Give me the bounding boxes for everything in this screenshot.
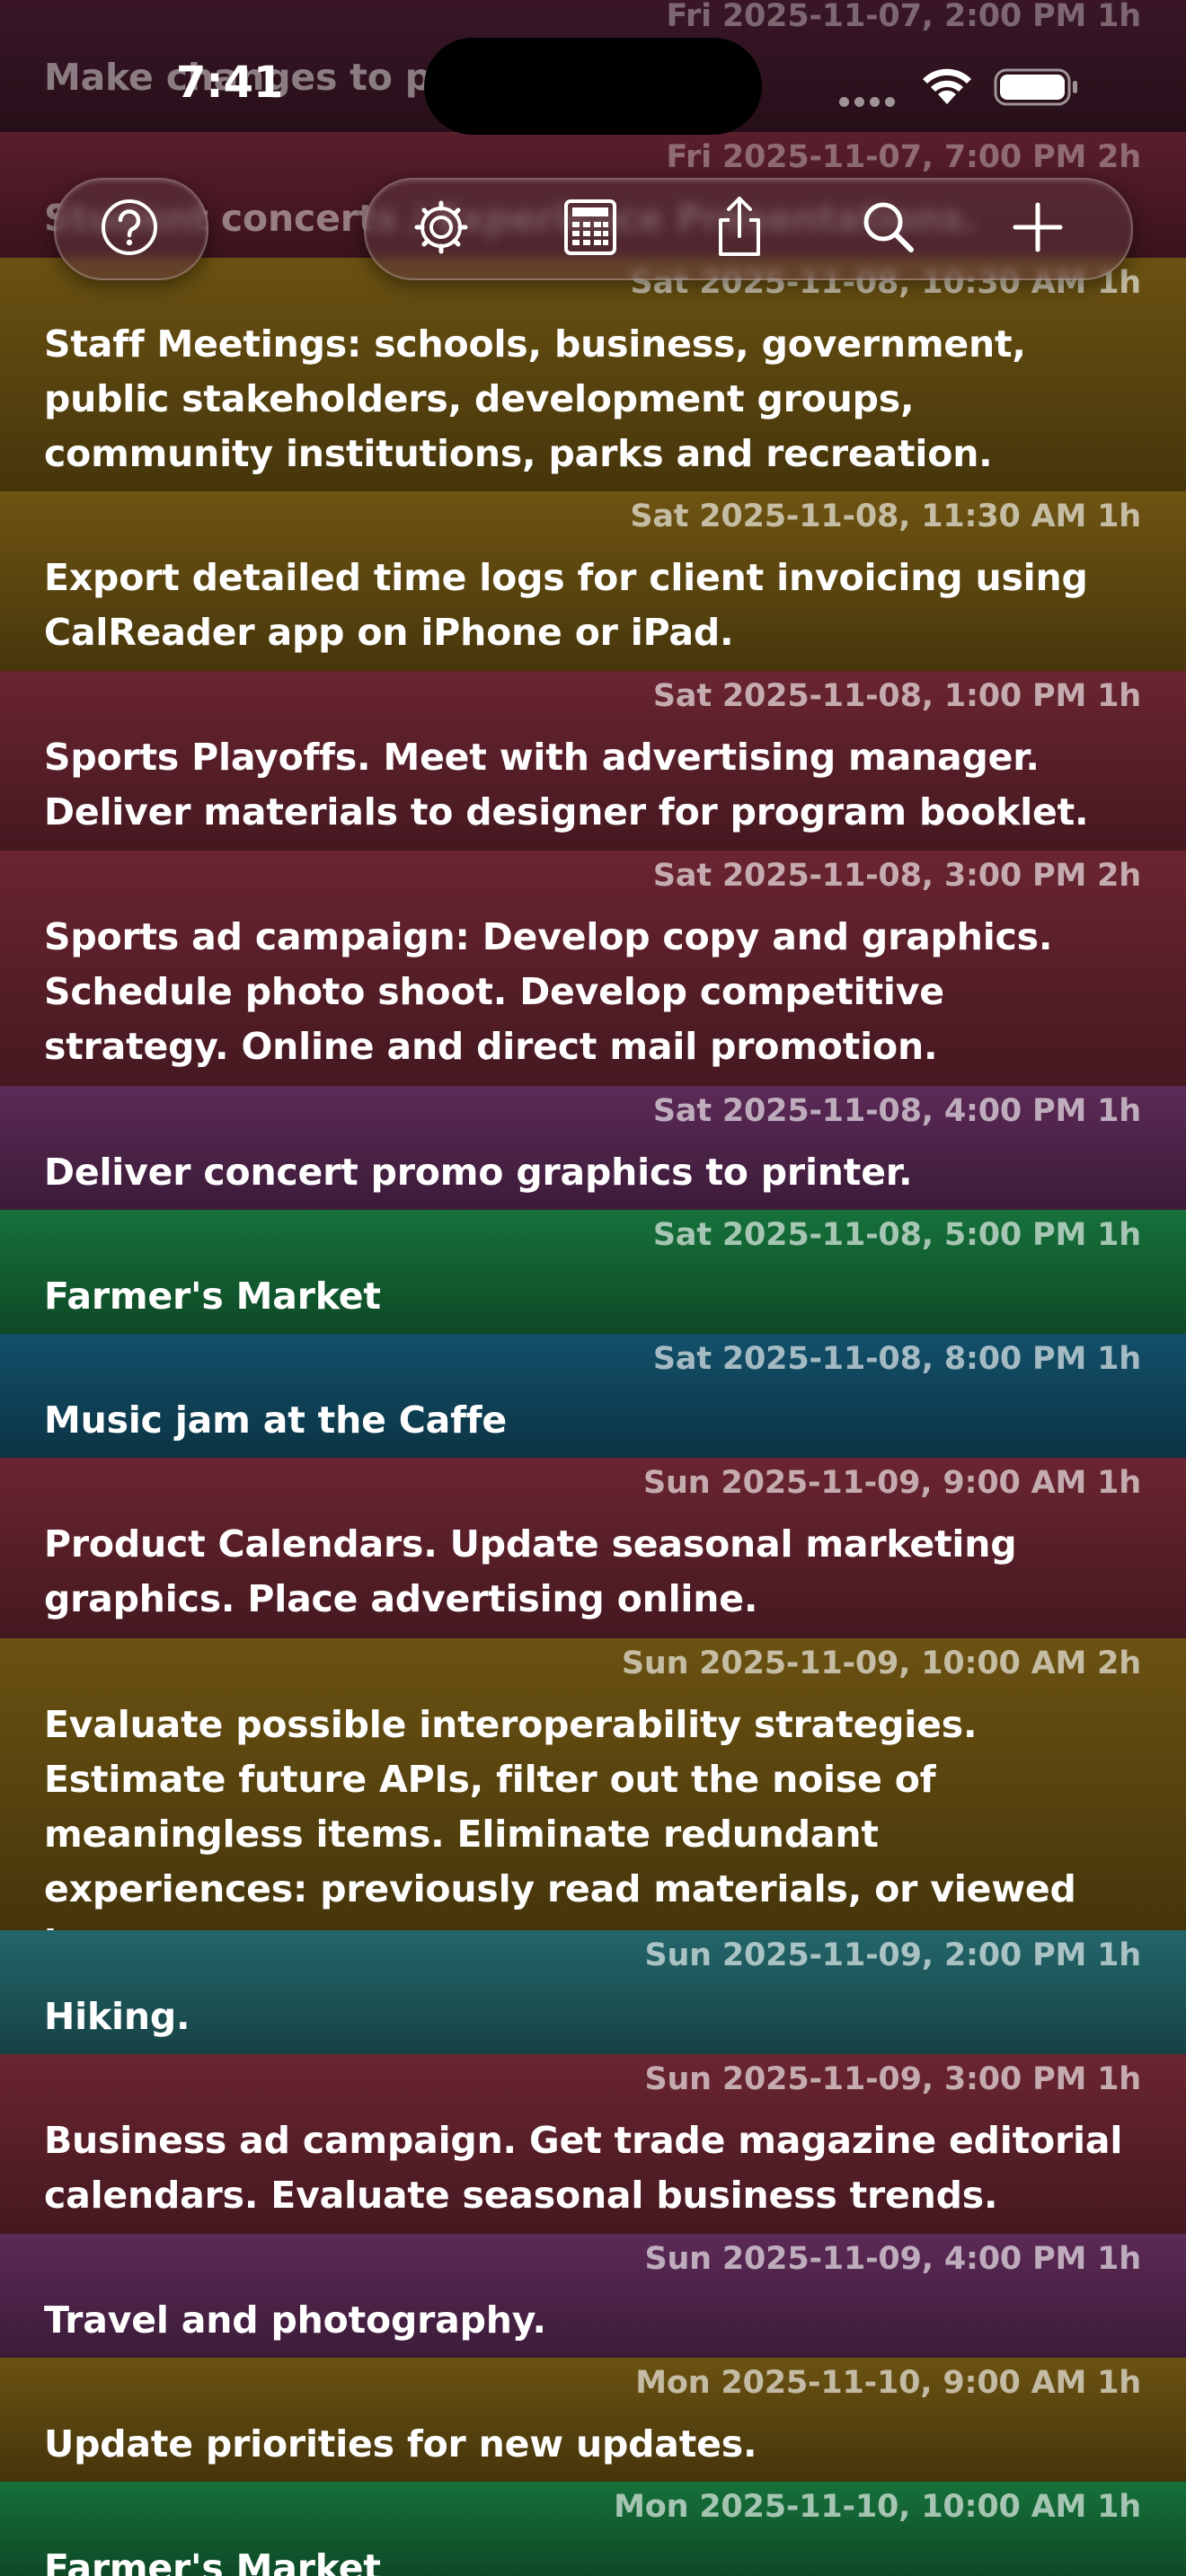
calculator-button[interactable] — [553, 190, 628, 265]
event-datetime: Sun 2025-11-09, 2:00 PM 1h — [644, 1937, 1141, 1973]
event-row[interactable]: Sat 2025-11-08, 10:30 AM 1h Staff Meetin… — [0, 258, 1186, 491]
event-title: Sports ad campaign: Develop copy and gra… — [44, 915, 1053, 1068]
event-title: Update priorities for new updates. — [44, 2422, 757, 2466]
event-datetime: Sun 2025-11-09, 10:00 AM 2h — [621, 1645, 1141, 1681]
event-datetime: Sat 2025-11-08, 5:00 PM 1h — [652, 1217, 1141, 1253]
event-datetime: Sat 2025-11-08, 8:00 PM 1h — [652, 1341, 1141, 1377]
event-title: Deliver concert promo graphics to printe… — [44, 1151, 913, 1194]
event-title: Music jam at the Caffe — [44, 1398, 507, 1442]
event-title: Hiking. — [44, 1995, 190, 2038]
add-event-button[interactable] — [1000, 190, 1075, 265]
help-icon — [102, 199, 157, 255]
event-row[interactable]: Sat 2025-11-08, 5:00 PM 1h Farmer's Mark… — [0, 1210, 1186, 1334]
settings-button[interactable] — [403, 190, 479, 265]
event-title: Make changes to prod — [44, 56, 501, 99]
settings-gear-icon — [414, 200, 468, 254]
event-datetime: Mon 2025-11-10, 9:00 AM 1h — [635, 2365, 1141, 2401]
event-datetime: Sun 2025-11-09, 4:00 PM 1h — [644, 2241, 1141, 2277]
event-title: Export detailed time logs for client inv… — [44, 556, 1088, 654]
share-icon — [719, 197, 760, 256]
event-row[interactable]: Sat 2025-11-08, 11:30 AM 1h Export detai… — [0, 491, 1186, 671]
event-row[interactable]: Sun 2025-11-09, 9:00 AM 1h Product Calen… — [0, 1458, 1186, 1638]
app-screen: Fri 2025-11-07, 2:00 PM 1h Make changes … — [0, 0, 1186, 2576]
event-datetime: Sun 2025-11-09, 3:00 PM 1h — [644, 2061, 1141, 2097]
event-row[interactable]: Sun 2025-11-09, 3:00 PM 1h Business ad c… — [0, 2054, 1186, 2234]
event-row[interactable]: Mon 2025-11-10, 9:00 AM 1h Update priori… — [0, 2358, 1186, 2482]
event-title: Travel and photography. — [44, 2298, 546, 2342]
help-button[interactable] — [92, 190, 167, 265]
event-title: Staff Meetings: schools, business, gover… — [44, 322, 1026, 475]
event-datetime: Sat 2025-11-08, 4:00 PM 1h — [652, 1093, 1141, 1129]
search-icon — [863, 202, 914, 252]
main-toolbar — [364, 178, 1133, 280]
search-button[interactable] — [851, 190, 926, 265]
calculator-icon — [564, 199, 616, 255]
event-row[interactable]: Fri 2025-11-07, 2:00 PM 1h Make changes … — [0, 0, 1186, 132]
event-row[interactable]: Sun 2025-11-09, 10:00 AM 2h Evaluate pos… — [0, 1638, 1186, 1965]
event-title: Farmer's Market — [44, 1275, 381, 1318]
event-datetime: Mon 2025-11-10, 10:00 AM 1h — [614, 2489, 1141, 2525]
help-toolbar — [54, 178, 208, 280]
event-title: Business ad campaign. Get trade magazine… — [44, 2119, 1123, 2217]
event-datetime: Fri 2025-11-07, 7:00 PM 2h — [666, 139, 1142, 175]
event-datetime: Fri 2025-11-07, 2:00 PM 1h — [666, 0, 1142, 34]
event-datetime: Sun 2025-11-09, 9:00 AM 1h — [643, 1465, 1141, 1501]
event-datetime: Sat 2025-11-08, 3:00 PM 2h — [652, 858, 1141, 894]
event-row[interactable]: Sat 2025-11-08, 8:00 PM 1h Music jam at … — [0, 1334, 1186, 1458]
event-title: Farmer's Market — [44, 2546, 381, 2576]
add-icon — [1013, 202, 1063, 252]
event-row[interactable]: Sat 2025-11-08, 1:00 PM 1h Sports Playof… — [0, 671, 1186, 851]
share-button[interactable] — [702, 190, 777, 265]
event-title: Product Calendars. Update seasonal marke… — [44, 1522, 1017, 1620]
event-title: Sports Playoffs. Meet with advertising m… — [44, 736, 1089, 834]
event-row[interactable]: Sun 2025-11-09, 2:00 PM 1h Hiking. — [0, 1930, 1186, 2054]
event-row[interactable]: Sat 2025-11-08, 4:00 PM 1h Deliver conce… — [0, 1086, 1186, 1210]
event-datetime: Sat 2025-11-08, 11:30 AM 1h — [630, 498, 1141, 534]
event-row[interactable]: Sat 2025-11-08, 3:00 PM 2h Sports ad cam… — [0, 851, 1186, 1086]
event-datetime: Sat 2025-11-08, 1:00 PM 1h — [652, 678, 1141, 714]
event-row[interactable]: Sun 2025-11-09, 4:00 PM 1h Travel and ph… — [0, 2234, 1186, 2358]
event-row[interactable]: Mon 2025-11-10, 10:00 AM 1h Farmer's Mar… — [0, 2482, 1186, 2576]
